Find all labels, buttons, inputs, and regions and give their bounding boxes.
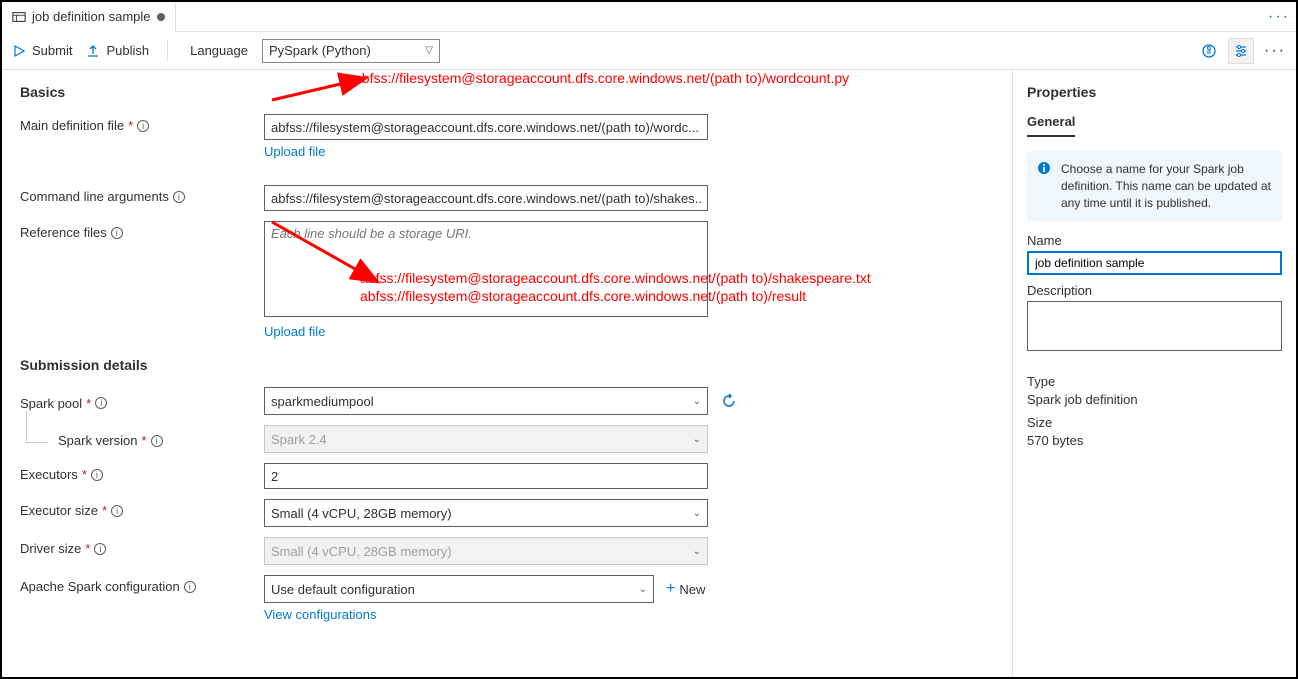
info-icon [1037, 161, 1051, 175]
executor-size-value: Small (4 vCPU, 28GB memory) [271, 506, 452, 521]
plus-icon: + [666, 580, 675, 598]
required-mark: * [141, 433, 146, 448]
language-select[interactable]: PySpark (Python) ▽ [262, 39, 440, 63]
language-value: PySpark (Python) [269, 43, 371, 58]
editor-tab[interactable]: job definition sample [2, 2, 176, 32]
settings-button[interactable] [1228, 38, 1254, 64]
main-def-file-label: Main definition file [20, 118, 124, 133]
chevron-down-icon: ⌄ [693, 546, 701, 557]
spark-config-value: Use default configuration [271, 582, 415, 597]
size-value: 570 bytes [1027, 433, 1282, 448]
properties-panel: Properties General Choose a name for you… [1012, 70, 1296, 677]
chevron-down-icon: ⌄ [639, 584, 647, 595]
description-input[interactable] [1027, 301, 1282, 351]
new-config-button[interactable]: + New [666, 580, 705, 598]
info-icon[interactable]: i [173, 191, 185, 203]
sliders-icon [1234, 44, 1248, 58]
type-value: Spark job definition [1027, 392, 1282, 407]
toolbar-more-icon[interactable]: ··· [1264, 42, 1286, 60]
tab-title: job definition sample [32, 9, 151, 24]
name-input[interactable] [1027, 251, 1282, 275]
spark-pool-value: sparkmediumpool [271, 394, 374, 409]
info-icon[interactable]: i [184, 581, 196, 593]
language-label: Language [190, 43, 248, 58]
required-mark: * [86, 396, 91, 411]
spark-version-value: Spark 2.4 [271, 432, 327, 447]
size-label: Size [1027, 415, 1282, 430]
properties-header: Properties [1027, 84, 1282, 100]
chevron-down-icon: ▽ [425, 45, 433, 56]
learn-icon[interactable] [1200, 42, 1218, 60]
required-mark: * [85, 541, 90, 556]
submit-label: Submit [32, 43, 72, 58]
submit-button[interactable]: Submit [12, 43, 72, 58]
required-mark: * [128, 118, 133, 133]
publish-icon [86, 44, 100, 58]
info-icon[interactable]: i [95, 397, 107, 409]
job-icon [12, 10, 26, 24]
spark-config-label: Apache Spark configuration [20, 579, 180, 594]
publish-label: Publish [106, 43, 149, 58]
executors-label: Executors [20, 467, 78, 482]
info-icon[interactable]: i [111, 505, 123, 517]
info-icon[interactable]: i [111, 227, 123, 239]
executor-size-label: Executor size [20, 503, 98, 518]
executors-input[interactable] [264, 463, 708, 489]
chevron-down-icon: ⌄ [693, 434, 701, 445]
view-configs-link[interactable]: View configurations [264, 607, 377, 622]
info-icon[interactable]: i [137, 120, 149, 132]
tab-dirty-indicator [157, 13, 165, 21]
main-def-file-input[interactable] [264, 114, 708, 140]
info-text: Choose a name for your Spark job definit… [1061, 162, 1271, 210]
cmd-args-input[interactable] [264, 185, 708, 211]
upload-file-link[interactable]: Upload file [264, 144, 325, 159]
ref-files-input[interactable] [264, 221, 708, 317]
spark-config-select[interactable]: Use default configuration ⌄ [264, 575, 654, 603]
tab-more-icon[interactable]: ··· [1268, 8, 1290, 26]
info-callout: Choose a name for your Spark job definit… [1027, 151, 1282, 221]
required-mark: * [82, 467, 87, 482]
info-icon[interactable]: i [94, 543, 106, 555]
description-label: Description [1027, 283, 1282, 298]
required-mark: * [102, 503, 107, 518]
spark-version-label: Spark version [58, 433, 137, 448]
name-label: Name [1027, 233, 1282, 248]
chevron-down-icon: ⌄ [693, 508, 701, 519]
spark-version-select: Spark 2.4 ⌄ [264, 425, 708, 453]
publish-button[interactable]: Publish [86, 43, 149, 58]
ref-files-label: Reference files [20, 225, 107, 240]
upload-file-link-2[interactable]: Upload file [264, 324, 325, 339]
info-icon[interactable]: i [91, 469, 103, 481]
cmd-args-label: Command line arguments [20, 189, 169, 204]
driver-size-label: Driver size [20, 541, 81, 556]
form-panel: abfss://filesystem@storageaccount.dfs.co… [2, 70, 1012, 677]
spark-pool-label: Spark pool [20, 396, 82, 411]
tab-bar: job definition sample ··· [2, 2, 1296, 32]
refresh-icon[interactable] [720, 392, 738, 410]
info-icon[interactable]: i [151, 435, 163, 447]
spark-pool-select[interactable]: sparkmediumpool ⌄ [264, 387, 708, 415]
tree-line [26, 411, 48, 443]
submission-header: Submission details [20, 357, 994, 373]
driver-size-value: Small (4 vCPU, 28GB memory) [271, 544, 452, 559]
tab-general[interactable]: General [1027, 114, 1075, 137]
toolbar-separator [167, 40, 168, 62]
toolbar: Submit Publish Language PySpark (Python)… [2, 32, 1296, 70]
chevron-down-icon: ⌄ [693, 396, 701, 407]
new-label: New [679, 582, 705, 597]
executor-size-select[interactable]: Small (4 vCPU, 28GB memory) ⌄ [264, 499, 708, 527]
play-icon [12, 44, 26, 58]
type-label: Type [1027, 374, 1282, 389]
basics-header: Basics [20, 84, 994, 100]
driver-size-select: Small (4 vCPU, 28GB memory) ⌄ [264, 537, 708, 565]
